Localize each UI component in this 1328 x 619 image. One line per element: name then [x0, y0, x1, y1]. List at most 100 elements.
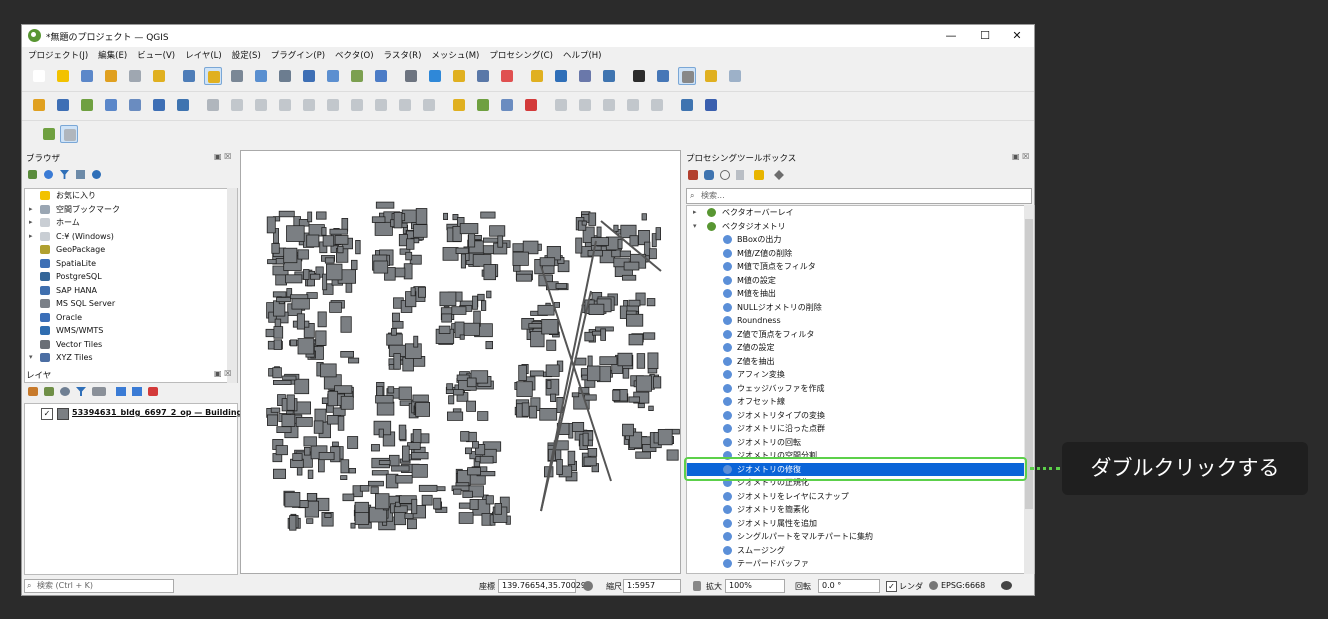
tb2-tool-9-icon[interactable] [252, 96, 270, 114]
tb1-tool-27-icon[interactable] [702, 67, 720, 85]
tb2-tool-4-icon[interactable] [126, 96, 144, 114]
tb2-tool-5-icon[interactable] [150, 96, 168, 114]
tb1-tool-21-icon[interactable] [552, 67, 570, 85]
processing-tool-item[interactable]: ジオメトリを簡素化 [687, 503, 1034, 517]
tb2-tool-25-icon[interactable] [648, 96, 666, 114]
tb1-tool-15-icon[interactable] [402, 67, 420, 85]
processing-tool-item[interactable]: Z値を抽出 [687, 355, 1034, 369]
tb2-tool-14-icon[interactable] [372, 96, 390, 114]
browser-item-5[interactable]: SpatiaLite [25, 257, 237, 271]
tb1-tool-2-icon[interactable] [78, 67, 96, 85]
processing-tool-item[interactable]: ジオメトリ属性を追加 [687, 517, 1034, 531]
browser-item-3[interactable]: ▸ C:¥ (Windows) [25, 230, 237, 244]
coordinate-field[interactable]: 139.76654,35.70029 [498, 579, 586, 593]
processing-tool-item[interactable]: スムージング [687, 544, 1034, 558]
tb2-tool-11-icon[interactable] [300, 96, 318, 114]
processing-tool-item[interactable]: M値で頂点をフィルタ [687, 260, 1034, 274]
tb1-tool-7-icon[interactable] [204, 67, 222, 85]
browser-item-6[interactable]: PostgreSQL [25, 270, 237, 284]
tb2-tool-2-icon[interactable] [78, 96, 96, 114]
expression-filter-icon[interactable] [92, 387, 106, 396]
tb1-tool-23-icon[interactable] [600, 67, 618, 85]
tb2-tool-3-icon[interactable] [102, 96, 120, 114]
tb1-tool-10-icon[interactable] [276, 67, 294, 85]
menu-item-7[interactable]: ラスタ(R) [378, 47, 426, 61]
tb2-tool-7-icon[interactable] [204, 96, 222, 114]
tb1-tool-5-icon[interactable] [150, 67, 168, 85]
tb2-tool-13-icon[interactable] [348, 96, 366, 114]
menu-item-8[interactable]: メッシュ(M) [425, 47, 483, 61]
tb2-tool-26-icon[interactable] [678, 96, 696, 114]
visibility-icon[interactable] [60, 387, 70, 396]
tb1-tool-13-icon[interactable] [348, 67, 366, 85]
menu-item-3[interactable]: レイヤ(L) [179, 47, 226, 61]
render-checkbox[interactable]: ✓ [886, 581, 897, 592]
processing-tool-item[interactable]: Z値の設定 [687, 341, 1034, 355]
processing-tool-item[interactable]: M値/Z値の削除 [687, 247, 1034, 261]
tb1-tool-8-icon[interactable] [228, 67, 246, 85]
processing-panel-float-close[interactable]: ▣ ☒ [1012, 152, 1029, 161]
lock-scale-icon[interactable] [693, 581, 701, 591]
tb1-tool-24-icon[interactable] [630, 67, 648, 85]
tb2-tool-22-icon[interactable] [576, 96, 594, 114]
processing-tool-item[interactable]: Roundness [687, 314, 1034, 328]
expand-arrow-icon[interactable]: ▸ [29, 230, 33, 244]
processing-tool-item[interactable]: NULLジオメトリの削除 [687, 301, 1034, 315]
tb1-tool-3-icon[interactable] [102, 67, 120, 85]
expand-arrow-icon[interactable]: ▾ [29, 351, 33, 365]
processing-tool-item[interactable]: テーパードバッファ [687, 557, 1034, 571]
processing-scrollbar[interactable] [1024, 205, 1034, 574]
tb2-tool-18-icon[interactable] [474, 96, 492, 114]
tb3-tool-0-icon[interactable] [40, 125, 58, 143]
menu-item-1[interactable]: 編集(E) [92, 47, 131, 61]
style-icon[interactable] [28, 387, 38, 396]
filter-legend-icon[interactable] [76, 387, 86, 396]
add-selected-icon[interactable] [28, 170, 37, 179]
processing-group-1[interactable]: ▾ ベクタジオメトリ [687, 220, 1034, 234]
tb2-tool-21-icon[interactable] [552, 96, 570, 114]
group-arrow-icon[interactable]: ▾ [693, 220, 697, 234]
info-icon[interactable] [92, 170, 101, 179]
tb1-tool-6-icon[interactable] [180, 67, 198, 85]
processing-tool-item[interactable]: シングルパートをマルチパートに集約 [687, 530, 1034, 544]
minimize-button[interactable]: — [936, 27, 966, 45]
tb2-tool-17-icon[interactable] [450, 96, 468, 114]
layers-panel-float-close[interactable]: ▣ ☒ [214, 369, 231, 378]
layer-name[interactable]: 53394631_bldg_6697_2_op — Building [72, 408, 242, 417]
toggle-extents-icon[interactable] [583, 581, 593, 591]
tb2-tool-15-icon[interactable] [396, 96, 414, 114]
filter-icon[interactable] [60, 170, 69, 179]
menu-item-0[interactable]: プロジェクト(J) [22, 47, 92, 61]
menu-item-5[interactable]: プラグイン(P) [265, 47, 329, 61]
browser-item-4[interactable]: GeoPackage [25, 243, 237, 257]
tb1-tool-19-icon[interactable] [498, 67, 516, 85]
browser-item-7[interactable]: SAP HANA [25, 284, 237, 298]
magnifier-field[interactable]: 100% [725, 579, 785, 593]
tb1-tool-26-icon[interactable] [678, 67, 696, 85]
tb1-tool-17-icon[interactable] [450, 67, 468, 85]
browser-scrollbar[interactable] [227, 188, 237, 383]
processing-group-0[interactable]: ▸ ベクタオーバーレイ [687, 206, 1034, 220]
processing-tool-item[interactable]: M値の設定 [687, 274, 1034, 288]
remove-layer-icon[interactable] [148, 387, 158, 396]
locator-search-input[interactable]: ⌕ 検索 (Ctrl + K) [24, 579, 174, 593]
processing-tool-item[interactable]: BBoxの出力 [687, 233, 1034, 247]
tb1-tool-11-icon[interactable] [300, 67, 318, 85]
browser-item-2[interactable]: ▸ ホーム [25, 216, 237, 230]
menu-item-2[interactable]: ビュー(V) [131, 47, 179, 61]
maximize-button[interactable]: ☐ [970, 27, 1000, 45]
tb2-tool-12-icon[interactable] [324, 96, 342, 114]
refresh-icon[interactable] [44, 170, 53, 179]
history-icon[interactable] [720, 170, 730, 180]
processing-tool-item[interactable]: Z値で頂点をフィルタ [687, 328, 1034, 342]
scale-combobox[interactable]: 1:5957 [623, 579, 681, 593]
processing-tool-item[interactable]: ジオメトリの回転 [687, 436, 1034, 450]
rotation-field[interactable]: 0.0 ° [818, 579, 880, 593]
collapse-layers-icon[interactable] [132, 387, 142, 396]
models-icon[interactable] [688, 170, 698, 180]
processing-search-input[interactable]: ⌕ 検索... [686, 188, 1032, 204]
collapse-all-icon[interactable] [76, 170, 85, 179]
tb3-tool-1-icon[interactable] [60, 125, 78, 143]
expand-arrow-icon[interactable]: ▸ [29, 216, 33, 230]
crs-button[interactable]: EPSG:6668 [941, 581, 985, 590]
